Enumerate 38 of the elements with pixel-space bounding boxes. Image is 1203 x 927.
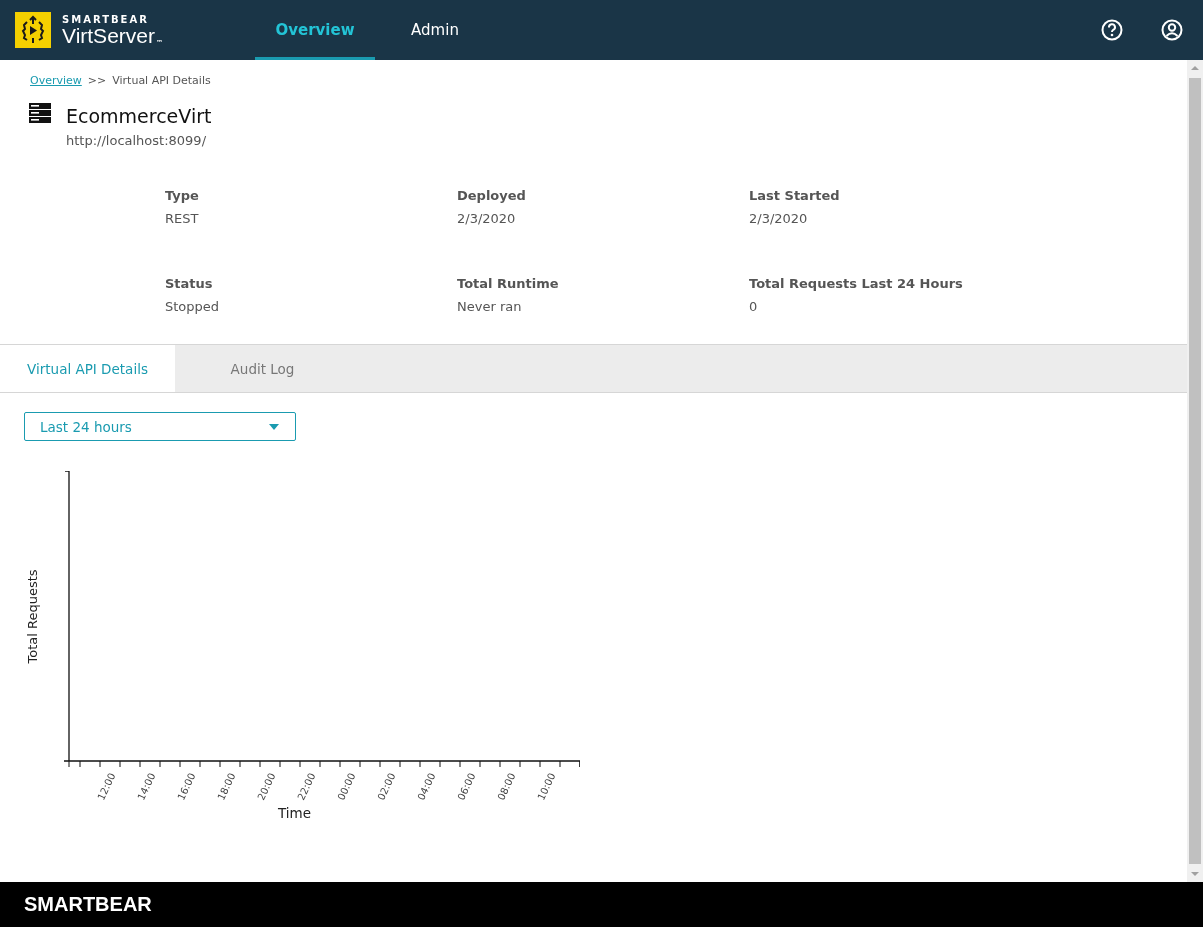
api-url: http://localhost:8099/: [66, 133, 208, 148]
api-name: EcommerceVirt: [66, 105, 212, 127]
x-tick-label: 04:00: [415, 771, 438, 802]
detail-value: REST: [165, 211, 200, 226]
breadcrumb-current: Virtual API Details: [112, 74, 211, 87]
footer-brand: SMARTBEAR: [24, 893, 152, 916]
detail-label: Deployed: [457, 188, 527, 203]
vertical-scrollbar[interactable]: [1187, 60, 1203, 882]
x-tick-label: 06:00: [455, 771, 478, 802]
time-range-dropdown[interactable]: Last 24 hours: [24, 412, 296, 441]
nav-tab[interactable]: Admin: [375, 0, 495, 60]
detail-value: 0: [749, 298, 759, 314]
detail-label: Total Runtime: [457, 275, 560, 291]
section-tab[interactable]: Audit Log: [175, 345, 350, 392]
help-icon[interactable]: [1101, 19, 1123, 41]
detail-value: 2/3/2020: [457, 211, 517, 226]
detail-label: Type: [165, 188, 200, 203]
brand-name: SMARTBEAR: [62, 13, 150, 25]
y-axis-label: Total Requests: [24, 568, 40, 664]
x-tick-label: 08:00: [495, 771, 518, 802]
detail-label: Status: [165, 275, 214, 291]
product-name: VirtServer: [62, 24, 155, 47]
detail-value: 2/3/2020: [749, 211, 809, 226]
detail-label: Total Requests Last 24 Hours: [749, 275, 964, 291]
detail-value: Stopped: [165, 298, 221, 314]
gear-play-logo-icon: [15, 12, 51, 48]
detail-label: Last Started: [749, 188, 841, 203]
breadcrumb-link[interactable]: Overview: [30, 74, 82, 87]
server-icon: [29, 103, 51, 123]
nav-tab[interactable]: Overview: [255, 0, 375, 60]
breadcrumb-separator: >>: [87, 74, 107, 87]
x-axis-label: Time: [278, 805, 313, 821]
user-account-icon[interactable]: [1161, 19, 1183, 41]
section-tab[interactable]: Virtual API Details: [0, 345, 175, 392]
x-tick-label: 00:00: [335, 771, 358, 802]
caret-icon: [269, 423, 279, 430]
x-tick-label: 02:00: [375, 771, 398, 802]
detail-value: Never ran: [457, 298, 523, 314]
